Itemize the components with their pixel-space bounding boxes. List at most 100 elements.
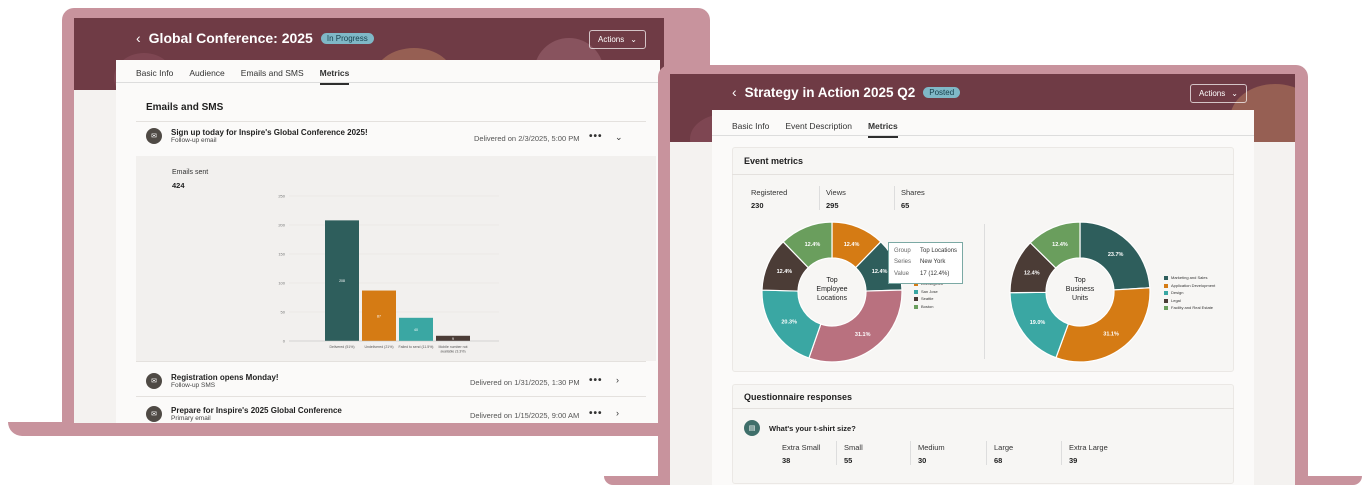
email-subtitle: Follow-up SMS bbox=[171, 382, 216, 389]
delivered-date: Delivered on 1/31/2025, 1:30 PM bbox=[470, 378, 580, 387]
metric-value: 295 bbox=[826, 201, 839, 210]
size-count: 39 bbox=[1069, 456, 1078, 465]
donut2-legend: Marketing and Sales Application Developm… bbox=[1164, 274, 1215, 312]
actions-label: Actions bbox=[1199, 89, 1226, 98]
y-tick-label: 250 bbox=[278, 194, 285, 199]
size-count: 68 bbox=[994, 456, 1003, 465]
chat-icon: ▤ bbox=[744, 420, 760, 436]
metric-label: Shares bbox=[901, 188, 925, 197]
emails-sent-value: 424 bbox=[172, 181, 185, 190]
email-title: Prepare for Inspire's 2025 Global Confer… bbox=[171, 406, 342, 415]
donut1-legend: Los Angeles San Jose Seattle Boston bbox=[914, 280, 943, 310]
legend-label: San Jose bbox=[921, 288, 938, 294]
metric-separator bbox=[819, 186, 820, 210]
slice-value-label: 23.7% bbox=[1108, 252, 1124, 258]
stage: ‹ Global Conference: 2025 In Progress Ac… bbox=[0, 0, 1367, 485]
more-options-icon[interactable]: ••• bbox=[589, 408, 603, 419]
actions-label: Actions bbox=[598, 35, 625, 44]
size-label: Large bbox=[994, 443, 1014, 452]
center-line: Locations bbox=[817, 294, 847, 302]
more-options-icon[interactable]: ••• bbox=[589, 131, 603, 142]
legend-item: Marketing and Sales bbox=[1164, 274, 1215, 282]
tooltip-value: 17 (12.4%) bbox=[920, 270, 950, 277]
y-tick-label: 0 bbox=[283, 339, 286, 344]
size-label: Medium bbox=[918, 443, 945, 452]
center-line: Employee bbox=[816, 285, 848, 293]
center-line: Business bbox=[1065, 285, 1095, 293]
slice-value-label: 19.0% bbox=[1030, 320, 1046, 326]
tooltip-row: Value 17 (12.4%) bbox=[894, 269, 957, 280]
chevron-down-icon: ⌄ bbox=[630, 35, 637, 44]
legend-label: Boston bbox=[921, 303, 934, 309]
tooltip-value: New York bbox=[920, 259, 946, 266]
status-badge: Posted bbox=[923, 86, 961, 98]
divider bbox=[732, 174, 1234, 175]
legend-item: Seattle bbox=[914, 295, 943, 303]
size-label: Extra Small bbox=[782, 443, 821, 452]
metric-value: 65 bbox=[901, 201, 910, 210]
email-icon: ✉ bbox=[146, 128, 162, 144]
legend-item: Boston bbox=[914, 303, 943, 311]
tooltip-key: Series bbox=[894, 259, 912, 266]
chart-separator bbox=[984, 224, 985, 359]
tab-divider bbox=[116, 82, 660, 83]
tooltip-value: Top Locations bbox=[920, 248, 958, 254]
right-title-row: ‹ Strategy in Action 2025 Q2 Posted bbox=[732, 84, 961, 100]
back-chevron-icon[interactable]: ‹ bbox=[732, 84, 737, 100]
tooltip-row: Series New York bbox=[894, 257, 957, 268]
slice-value-label: 12.4% bbox=[872, 269, 888, 275]
legend-item: Design bbox=[1164, 289, 1215, 297]
legend-label: Legal bbox=[1171, 297, 1181, 303]
email-row[interactable]: ✉ Prepare for Inspire's 2025 Global Conf… bbox=[146, 406, 342, 422]
chevron-right-icon[interactable]: › bbox=[616, 375, 619, 385]
legend-label: Application Development bbox=[1171, 282, 1216, 288]
chevron-down-icon[interactable]: ⌄ bbox=[615, 132, 623, 143]
bar-chart: 250 200 150 100 50 0 208 Delivered (51%) 87 Undel… bbox=[278, 194, 499, 354]
metric-label: Registered bbox=[751, 188, 788, 197]
tab-divider bbox=[712, 135, 1254, 136]
y-tick-label: 50 bbox=[281, 310, 286, 315]
page-title: Strategy in Action 2025 Q2 bbox=[744, 84, 916, 100]
question-row: ▤ What's your t-shirt size? bbox=[744, 420, 856, 436]
slice-value-label: 20.3% bbox=[781, 320, 797, 326]
center-line: Top bbox=[826, 277, 838, 284]
actions-button[interactable]: Actions ⌄ bbox=[1190, 84, 1247, 103]
email-row[interactable]: ✉ Sign up today for Inspire's Global Con… bbox=[146, 128, 368, 144]
x-category-label: available (3.3%) bbox=[440, 350, 465, 354]
actions-button[interactable]: Actions ⌄ bbox=[589, 30, 646, 49]
email-title: Registration opens Monday! bbox=[171, 373, 279, 382]
size-separator bbox=[986, 441, 987, 465]
divider bbox=[136, 361, 646, 362]
divider bbox=[136, 121, 646, 122]
x-category-label: Undelivered (21%) bbox=[365, 345, 394, 349]
metric-value: 230 bbox=[751, 201, 764, 210]
chevron-right-icon[interactable]: › bbox=[616, 408, 619, 418]
center-line: Top bbox=[1074, 277, 1086, 284]
right-screen: ‹ Strategy in Action 2025 Q2 Posted Acti… bbox=[670, 74, 1295, 485]
left-laptop-base bbox=[8, 422, 708, 436]
status-badge: In Progress bbox=[320, 32, 374, 44]
donut-center-label: Top Business Units bbox=[1055, 277, 1105, 303]
email-icon: ✉ bbox=[146, 406, 162, 422]
divider bbox=[136, 396, 646, 397]
tooltip-key: Value bbox=[894, 270, 909, 277]
metric-label: Views bbox=[826, 188, 846, 197]
emails-sent-label: Emails sent bbox=[172, 169, 209, 176]
question-text: What's your t-shirt size? bbox=[769, 423, 856, 433]
x-category-label: Mobile number not bbox=[439, 345, 468, 349]
email-subtitle: Follow-up email bbox=[171, 137, 217, 144]
email-row[interactable]: ✉ Registration opens Monday! Follow-up S… bbox=[146, 373, 279, 389]
legend-label: Design bbox=[1171, 290, 1184, 296]
size-count: 55 bbox=[844, 456, 853, 465]
tooltip-row: Group Top Locations bbox=[894, 246, 957, 257]
questionnaire-title: Questionnaire responses bbox=[744, 392, 853, 402]
size-separator bbox=[1061, 441, 1062, 465]
slice-value-label: 31.1% bbox=[1103, 332, 1119, 338]
legend-item: Facility and Real Estate bbox=[1164, 304, 1215, 312]
more-options-icon[interactable]: ••• bbox=[589, 375, 603, 386]
size-separator bbox=[836, 441, 837, 465]
legend-item: San Jose bbox=[914, 288, 943, 296]
slice-value-label: 31.1% bbox=[855, 332, 871, 338]
back-chevron-icon[interactable]: ‹ bbox=[136, 30, 141, 46]
x-category-label: Failed to send (11.5%) bbox=[399, 345, 434, 349]
